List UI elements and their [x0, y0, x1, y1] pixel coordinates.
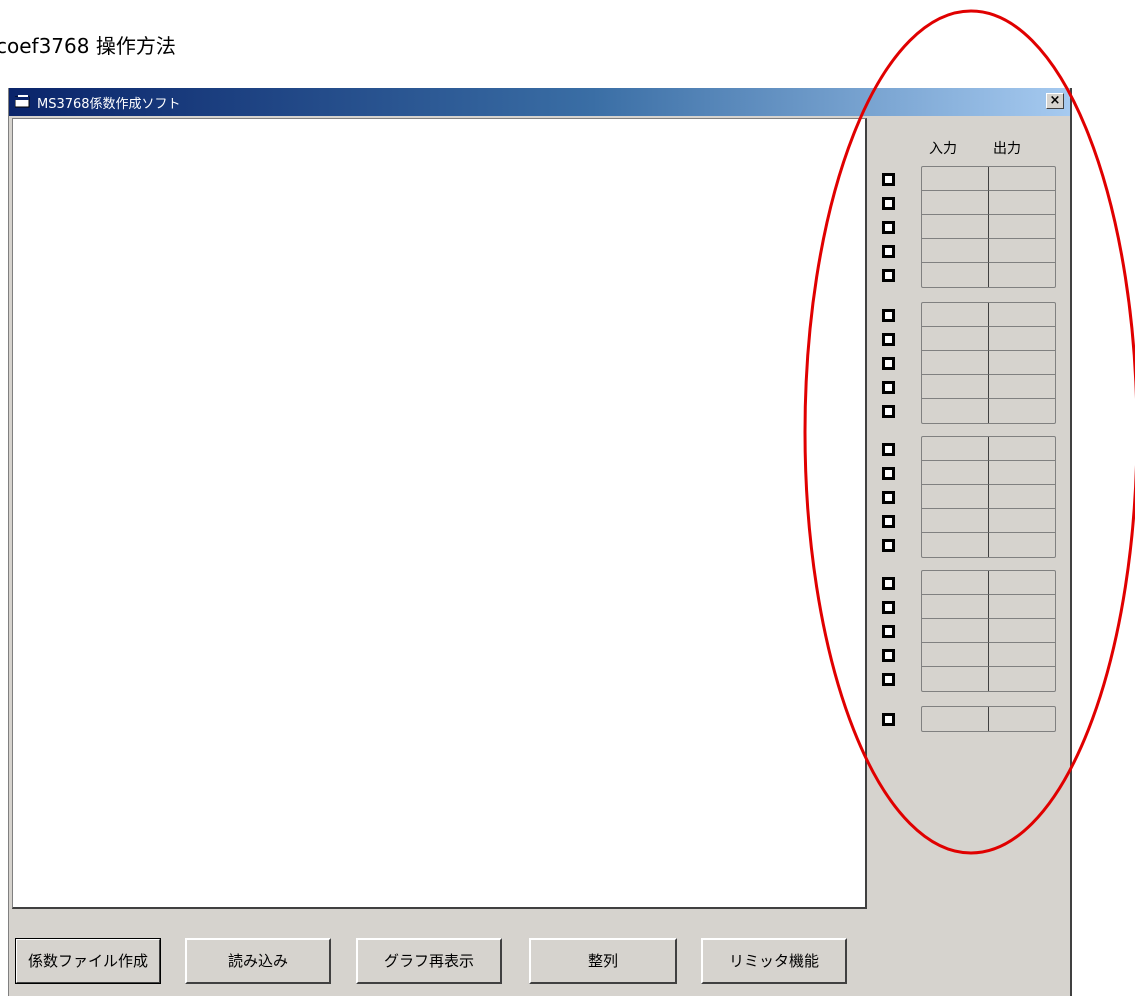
- output-value-field[interactable]: [989, 399, 1055, 423]
- graph-area[interactable]: [12, 118, 867, 909]
- channel-checkbox[interactable]: [882, 381, 895, 394]
- input-column-header: 入力: [929, 141, 957, 157]
- app-window: MS3768係数作成ソフト × 入力 出力 係数ファイル作成 読み込み グラフ再…: [8, 88, 1072, 996]
- channel-checkbox[interactable]: [882, 673, 895, 686]
- input-value-field[interactable]: [922, 533, 989, 557]
- output-value-field[interactable]: [989, 667, 1055, 691]
- channel-checkbox[interactable]: [882, 515, 895, 528]
- channel-panel: 入力 出力: [871, 118, 1071, 918]
- input-value-field[interactable]: [922, 595, 989, 619]
- input-value-field[interactable]: [922, 399, 989, 423]
- channel-group: [921, 166, 1056, 288]
- channel-checkbox[interactable]: [882, 357, 895, 370]
- output-value-field[interactable]: [989, 351, 1055, 375]
- channel-group: [921, 302, 1056, 424]
- input-value-field[interactable]: [922, 509, 989, 533]
- output-value-field[interactable]: [989, 375, 1055, 399]
- input-value-field[interactable]: [922, 571, 989, 595]
- channel-checkbox[interactable]: [882, 577, 895, 590]
- output-value-field[interactable]: [989, 571, 1055, 595]
- input-value-field[interactable]: [922, 303, 989, 327]
- output-value-field[interactable]: [989, 485, 1055, 509]
- input-value-field[interactable]: [922, 485, 989, 509]
- channel-group: [921, 436, 1056, 558]
- input-value-field[interactable]: [922, 375, 989, 399]
- input-value-field[interactable]: [922, 215, 989, 239]
- output-value-field[interactable]: [989, 643, 1055, 667]
- channel-checkbox[interactable]: [882, 443, 895, 456]
- output-value-field[interactable]: [989, 707, 1055, 731]
- output-value-field[interactable]: [989, 303, 1055, 327]
- channel-checkbox[interactable]: [882, 245, 895, 258]
- output-value-field[interactable]: [989, 263, 1055, 287]
- channel-checkbox[interactable]: [882, 467, 895, 480]
- channel-checkbox[interactable]: [882, 309, 895, 322]
- output-value-field[interactable]: [989, 191, 1055, 215]
- input-value-field[interactable]: [922, 327, 989, 351]
- page-title: coef3768 操作方法: [0, 34, 176, 58]
- channel-checkbox[interactable]: [882, 405, 895, 418]
- limiter-button[interactable]: リミッタ機能: [701, 938, 847, 984]
- channel-checkbox[interactable]: [882, 713, 895, 726]
- channel-checkbox[interactable]: [882, 539, 895, 552]
- load-button[interactable]: 読み込み: [185, 938, 331, 984]
- input-value-field[interactable]: [922, 707, 989, 731]
- channel-checkbox[interactable]: [882, 173, 895, 186]
- output-value-field[interactable]: [989, 437, 1055, 461]
- channel-checkbox[interactable]: [882, 197, 895, 210]
- output-value-field[interactable]: [989, 239, 1055, 263]
- output-value-field[interactable]: [989, 595, 1055, 619]
- app-window-icon: [15, 95, 30, 108]
- output-column-header: 出力: [993, 141, 1021, 157]
- input-value-field[interactable]: [922, 239, 989, 263]
- window-titlebar[interactable]: MS3768係数作成ソフト ×: [9, 88, 1070, 116]
- window-title: MS3768係数作成ソフト: [37, 97, 181, 112]
- input-value-field[interactable]: [922, 461, 989, 485]
- channel-checkbox[interactable]: [882, 625, 895, 638]
- output-value-field[interactable]: [989, 533, 1055, 557]
- channel-checkbox[interactable]: [882, 221, 895, 234]
- input-value-field[interactable]: [922, 167, 989, 191]
- input-value-field[interactable]: [922, 191, 989, 215]
- channel-checkbox[interactable]: [882, 649, 895, 662]
- output-value-field[interactable]: [989, 327, 1055, 351]
- input-value-field[interactable]: [922, 263, 989, 287]
- close-button[interactable]: ×: [1046, 93, 1064, 109]
- output-value-field[interactable]: [989, 461, 1055, 485]
- output-value-field[interactable]: [989, 509, 1055, 533]
- redraw-graph-button[interactable]: グラフ再表示: [356, 938, 502, 984]
- arrange-button[interactable]: 整列: [529, 938, 677, 984]
- channel-checkbox[interactable]: [882, 601, 895, 614]
- input-value-field[interactable]: [922, 619, 989, 643]
- input-value-field[interactable]: [922, 351, 989, 375]
- input-value-field[interactable]: [922, 667, 989, 691]
- create-coef-file-button[interactable]: 係数ファイル作成: [15, 938, 161, 984]
- channel-group: [921, 706, 1056, 732]
- channel-checkbox[interactable]: [882, 491, 895, 504]
- input-value-field[interactable]: [922, 437, 989, 461]
- output-value-field[interactable]: [989, 167, 1055, 191]
- input-value-field[interactable]: [922, 643, 989, 667]
- output-value-field[interactable]: [989, 215, 1055, 239]
- channel-checkbox[interactable]: [882, 333, 895, 346]
- channel-checkbox[interactable]: [882, 269, 895, 282]
- channel-group: [921, 570, 1056, 692]
- output-value-field[interactable]: [989, 619, 1055, 643]
